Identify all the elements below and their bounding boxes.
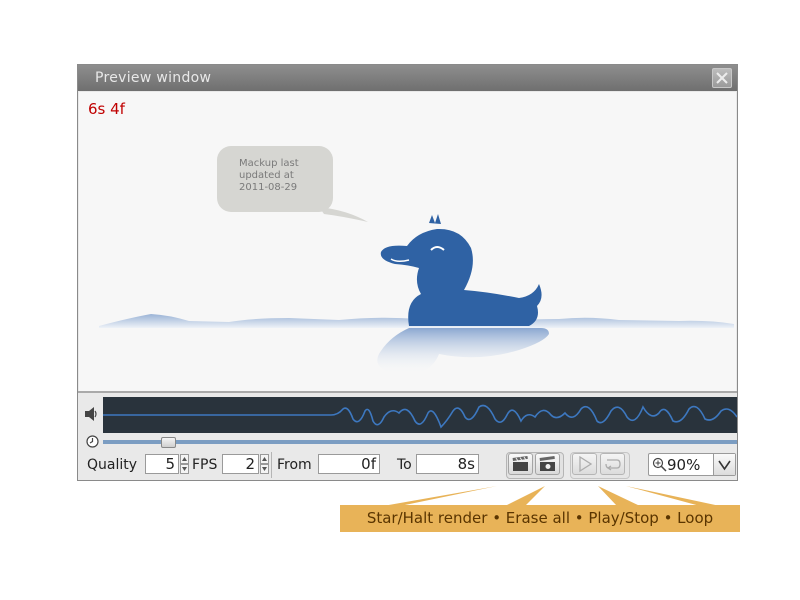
- annotation-callout: Star/Halt render • Erase all • Play/Stop…: [340, 505, 740, 532]
